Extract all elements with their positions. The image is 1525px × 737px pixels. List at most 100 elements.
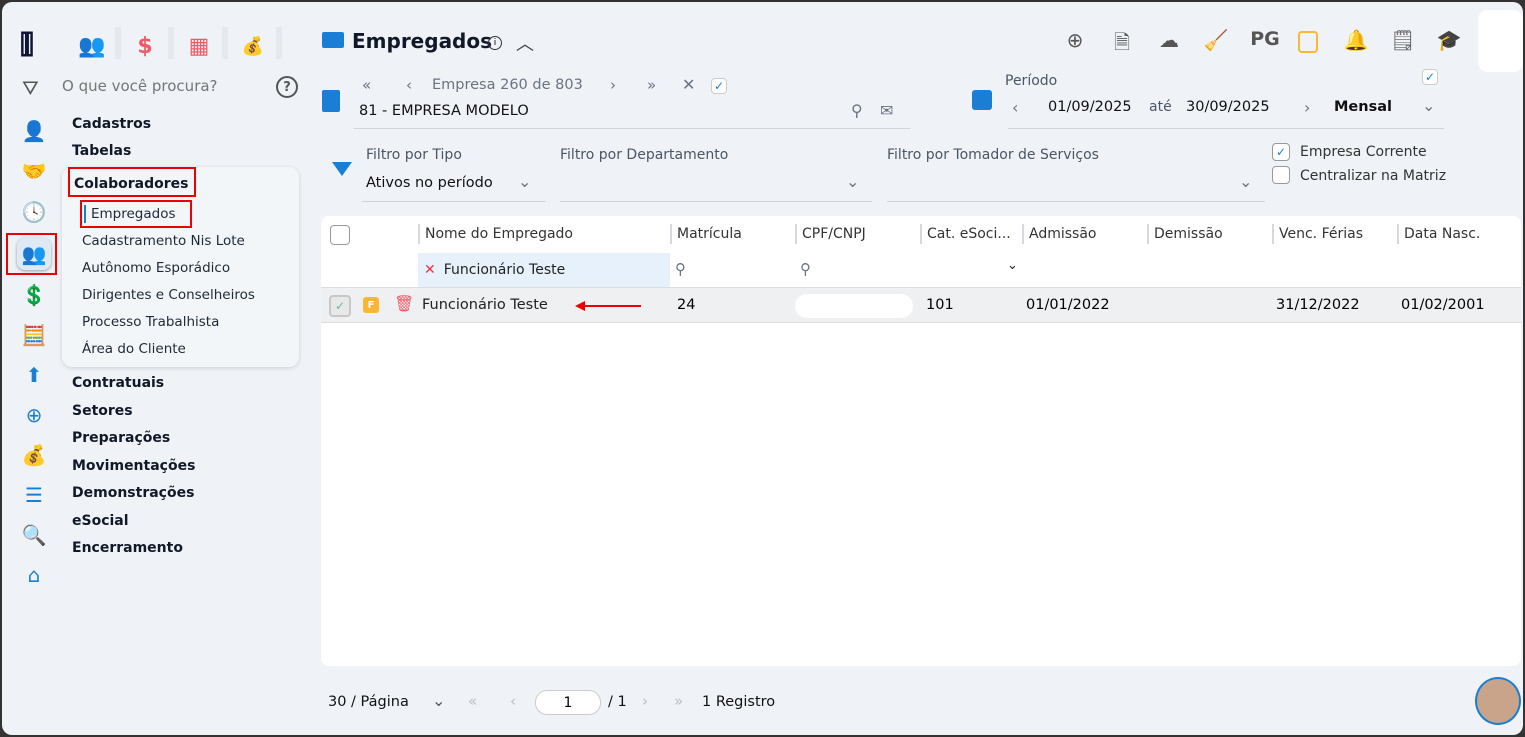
layers-icon[interactable]: ☰ <box>20 481 48 509</box>
calculator-icon[interactable]: 🧮 <box>20 321 48 349</box>
chevron-down-icon[interactable]: ⌄ <box>846 172 859 191</box>
nav-esocial[interactable]: eSocial <box>72 513 129 529</box>
cat-filter-chevron-icon[interactable]: ⌄ <box>1007 258 1018 273</box>
separator <box>276 27 282 59</box>
col-matricula[interactable]: Matrícula <box>670 224 795 244</box>
broom-icon[interactable]: 🧹 <box>1203 28 1229 52</box>
filtro-depto-label: Filtro por Departamento <box>560 147 729 163</box>
money-bag-app-icon[interactable]: 💰 <box>236 32 270 60</box>
dollar-app-icon[interactable]: $ <box>128 32 162 60</box>
bell-icon[interactable]: 🔔 <box>1343 28 1369 52</box>
arrow-up-icon[interactable]: ⬆ <box>20 361 48 389</box>
user-panel[interactable] <box>1478 10 1523 72</box>
search-input[interactable] <box>62 74 262 98</box>
document-icon[interactable]: 🗎 <box>1109 28 1135 62</box>
search-empresa-icon[interactable]: ⚲ <box>851 101 863 120</box>
row-checkbox[interactable]: ✓ <box>329 295 351 317</box>
clear-empresa-icon[interactable]: ✕ <box>682 75 695 94</box>
select-all-checkbox[interactable] <box>330 225 350 245</box>
handshake-icon[interactable]: 🤝 <box>20 157 48 185</box>
first-page-button[interactable]: « <box>468 692 477 710</box>
cpf-filter-icon[interactable]: ⚲ <box>800 260 811 278</box>
prev-page-button[interactable]: ‹ <box>510 692 516 710</box>
periodo-checkbox[interactable]: ✓ <box>1422 69 1438 85</box>
note-icon[interactable] <box>1298 31 1318 53</box>
nav-setores[interactable]: Setores <box>72 403 133 419</box>
pg-button[interactable]: PG <box>1248 28 1282 50</box>
filter-icon[interactable]: ⛛ <box>22 76 39 100</box>
calculator-app-icon[interactable]: ▦ <box>182 32 216 60</box>
nav-movimentacoes[interactable]: Movimentações <box>72 458 195 474</box>
empresa-corrente-checkbox[interactable]: ✓ <box>1272 143 1290 161</box>
calendar-icon <box>972 90 992 110</box>
chevron-down-icon[interactable]: ⌄ <box>518 172 531 191</box>
matricula-filter-icon[interactable]: ⚲ <box>675 260 686 278</box>
info-icon[interactable]: i <box>488 36 502 50</box>
col-demissao[interactable]: Demissão <box>1147 224 1272 244</box>
col-venc-ferias[interactable]: Venc. Férias <box>1272 224 1397 244</box>
period-end[interactable]: 30/09/2025 <box>1186 99 1270 115</box>
first-empresa-button[interactable]: « <box>362 76 371 94</box>
nav-processo[interactable]: Processo Trabalhista <box>82 314 219 330</box>
next-page-button[interactable]: › <box>642 692 648 710</box>
trash-icon[interactable]: 🗑 <box>394 294 414 313</box>
cell-nome[interactable]: Funcionário Teste <box>422 297 548 313</box>
people-icon[interactable]: 👥 <box>17 238 51 270</box>
mail-icon[interactable]: ✉ <box>880 101 893 120</box>
nav-encerramento[interactable]: Encerramento <box>72 540 183 556</box>
nav-cadastramento-nis[interactable]: Cadastramento Nis Lote <box>82 233 245 249</box>
filtro-tipo-label: Filtro por Tipo <box>366 147 462 163</box>
nav-colaboradores[interactable]: Colaboradores <box>74 176 189 192</box>
collapse-chevron-icon[interactable]: ︿ <box>516 30 534 56</box>
col-admissao[interactable]: Admissão <box>1022 224 1147 244</box>
next-period-button[interactable]: › <box>1304 98 1310 117</box>
next-empresa-button[interactable]: › <box>610 76 616 94</box>
last-page-button[interactable]: » <box>674 692 683 710</box>
last-empresa-button[interactable]: » <box>647 76 656 94</box>
user-gear-icon[interactable]: 👤 <box>20 117 48 145</box>
page-input[interactable] <box>535 690 601 715</box>
col-nome[interactable]: Nome do Empregado <box>418 224 670 244</box>
centralizar-checkbox[interactable] <box>1272 166 1290 184</box>
chevron-down-icon[interactable]: ⌄ <box>1422 96 1435 115</box>
chevron-down-icon[interactable]: ⌄ <box>432 691 445 710</box>
prev-empresa-button[interactable]: ‹ <box>406 76 412 94</box>
arrow-head <box>575 301 585 311</box>
home-icon[interactable]: ⌂ <box>20 561 48 589</box>
filtro-tipo-select[interactable]: Ativos no período <box>366 175 493 191</box>
nav-autonomo[interactable]: Autônomo Esporádico <box>82 260 230 276</box>
col-cpf[interactable]: CPF/CNPJ <box>795 224 920 244</box>
nav-cadastros[interactable]: Cadastros <box>72 116 151 132</box>
assistant-avatar[interactable] <box>1475 677 1521 725</box>
help-icon[interactable]: ? <box>276 76 298 98</box>
name-filter-input[interactable]: ✕ Funcionário Teste <box>418 253 670 287</box>
graduation-cap-icon[interactable]: 🎓 <box>1436 28 1462 52</box>
people-app-icon[interactable]: 👥 <box>75 32 109 60</box>
per-page-select[interactable]: 30 / Página <box>328 694 409 710</box>
nav-preparacoes[interactable]: Preparações <box>72 430 170 446</box>
report-search-icon[interactable]: 🗒 <box>1390 28 1416 52</box>
nav-demonstracoes[interactable]: Demonstrações <box>72 485 194 501</box>
add-icon[interactable]: ⊕ <box>1062 28 1088 52</box>
empresa-checkbox[interactable]: ✓ <box>711 78 727 94</box>
period-type-select[interactable]: Mensal <box>1334 99 1392 115</box>
nav-contratuais[interactable]: Contratuais <box>72 375 164 391</box>
search-rail-icon[interactable]: 🔍 <box>20 521 48 549</box>
nav-dirigentes[interactable]: Dirigentes e Conselheiros <box>82 287 255 303</box>
dollar-icon[interactable]: 💲 <box>20 281 48 309</box>
col-cat[interactable]: Cat. eSoci... <box>920 224 1022 244</box>
cloud-upload-icon[interactable]: ☁ <box>1156 28 1182 52</box>
chevron-down-icon[interactable]: ⌄ <box>1239 172 1252 191</box>
nav-empregados[interactable]: Empregados <box>91 206 176 222</box>
period-start[interactable]: 01/09/2025 <box>1048 99 1132 115</box>
prev-period-button[interactable]: ‹ <box>1012 98 1018 117</box>
table-row[interactable]: ✓ F 🗑 Funcionário Teste 24 101 01/01/202… <box>321 287 1521 323</box>
nav-area-cliente[interactable]: Área do Cliente <box>82 341 186 357</box>
clear-filter-icon[interactable]: ✕ <box>424 262 436 278</box>
col-data-nasc[interactable]: Data Nasc. <box>1397 224 1521 244</box>
empresa-field[interactable]: 81 - EMPRESA MODELO <box>359 103 529 119</box>
clock-icon[interactable]: 🕓 <box>20 198 48 226</box>
money-bag-icon[interactable]: 💰 <box>20 441 48 469</box>
network-icon[interactable]: ⊕ <box>20 401 48 429</box>
nav-tabelas[interactable]: Tabelas <box>72 143 131 159</box>
